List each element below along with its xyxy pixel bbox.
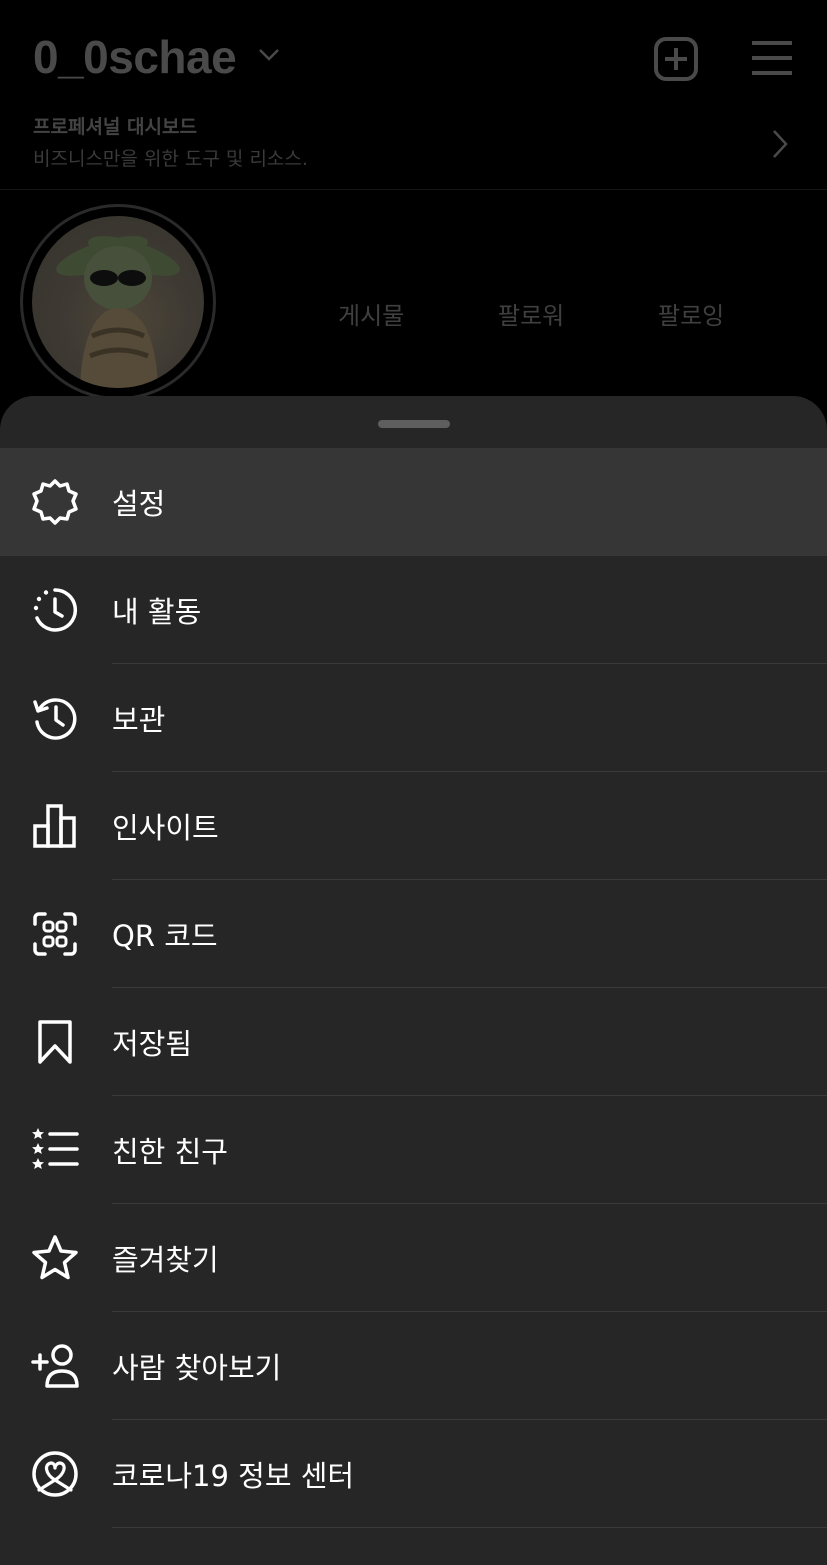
menu-item-discover-people[interactable]: 사람 찾아보기 [0,1312,827,1420]
menu-item-label: 내 활동 [112,595,202,629]
username-switcher[interactable]: 0_0schae [33,30,237,84]
menu-item-label: 친한 친구 [112,1135,228,1169]
menu-item-covid-info-center[interactable]: 코로나19 정보 센터 [0,1420,827,1528]
heart-circle-icon [30,1450,80,1498]
menu-item-label: 보관 [112,703,166,737]
menu-item-favorites[interactable]: 즐겨찾기 [0,1204,827,1312]
menu-item-label: 사람 찾아보기 [112,1351,282,1385]
menu-item-close-friends[interactable]: 친한 친구 [0,1096,827,1204]
chevron-down-icon[interactable] [258,48,280,62]
insights-bar-chart-icon [30,802,80,850]
avatar-figure-image [56,236,180,388]
sheet-drag-handle[interactable] [378,420,450,428]
qr-code-icon [30,910,80,958]
menu-item-insights[interactable]: 인사이트 [0,772,827,880]
hamburger-menu-icon[interactable] [750,38,794,78]
menu-item-saved[interactable]: 저장됨 [0,988,827,1096]
menu-item-label: QR 코드 [112,919,218,953]
menu-item-settings[interactable]: 설정 [0,448,827,556]
dashboard-subtitle: 비즈니스만을 위한 도구 및 리소스. [33,148,308,170]
posts-stat-label[interactable]: 게시물 [338,296,404,331]
profile-screen: 0_0schae 프로페셔널 대시보드 비즈니스만을 위한 도구 및 리소스. [0,0,827,1565]
menu-item-label: 즐겨찾기 [112,1243,219,1277]
following-stat-label[interactable]: 팔로잉 [658,296,724,331]
menu-item-label: 저장됨 [112,1027,193,1061]
new-post-plus-icon[interactable] [653,36,699,82]
professional-dashboard-row[interactable]: 프로페셔널 대시보드 비즈니스만을 위한 도구 및 리소스. [0,100,827,190]
bookmark-icon [30,1018,80,1066]
archive-history-icon [30,694,80,742]
divider [112,1527,827,1528]
add-person-icon [30,1342,80,1390]
chevron-right-icon [773,130,788,158]
menu-item-label: 인사이트 [112,811,219,845]
close-friends-list-icon [30,1126,80,1174]
avatar[interactable] [32,216,204,388]
menu-item-archive[interactable]: 보관 [0,664,827,772]
menu-item-your-activity[interactable]: 내 활동 [0,556,827,664]
dashboard-title: 프로페셔널 대시보드 [33,116,197,138]
options-bottom-sheet: 설정 내 활동 보관 인사이트 QR 코드 저장됨 친한 친구 즐겨찾기 사람 … [0,396,827,1565]
menu-item-qr-code[interactable]: QR 코드 [0,880,827,988]
menu-item-label: 설정 [112,487,166,521]
activity-clock-icon [30,586,80,634]
settings-gear-icon [30,478,80,526]
star-icon [30,1234,80,1282]
followers-stat-label[interactable]: 팔로워 [498,296,564,331]
menu-item-label: 코로나19 정보 센터 [112,1459,355,1493]
